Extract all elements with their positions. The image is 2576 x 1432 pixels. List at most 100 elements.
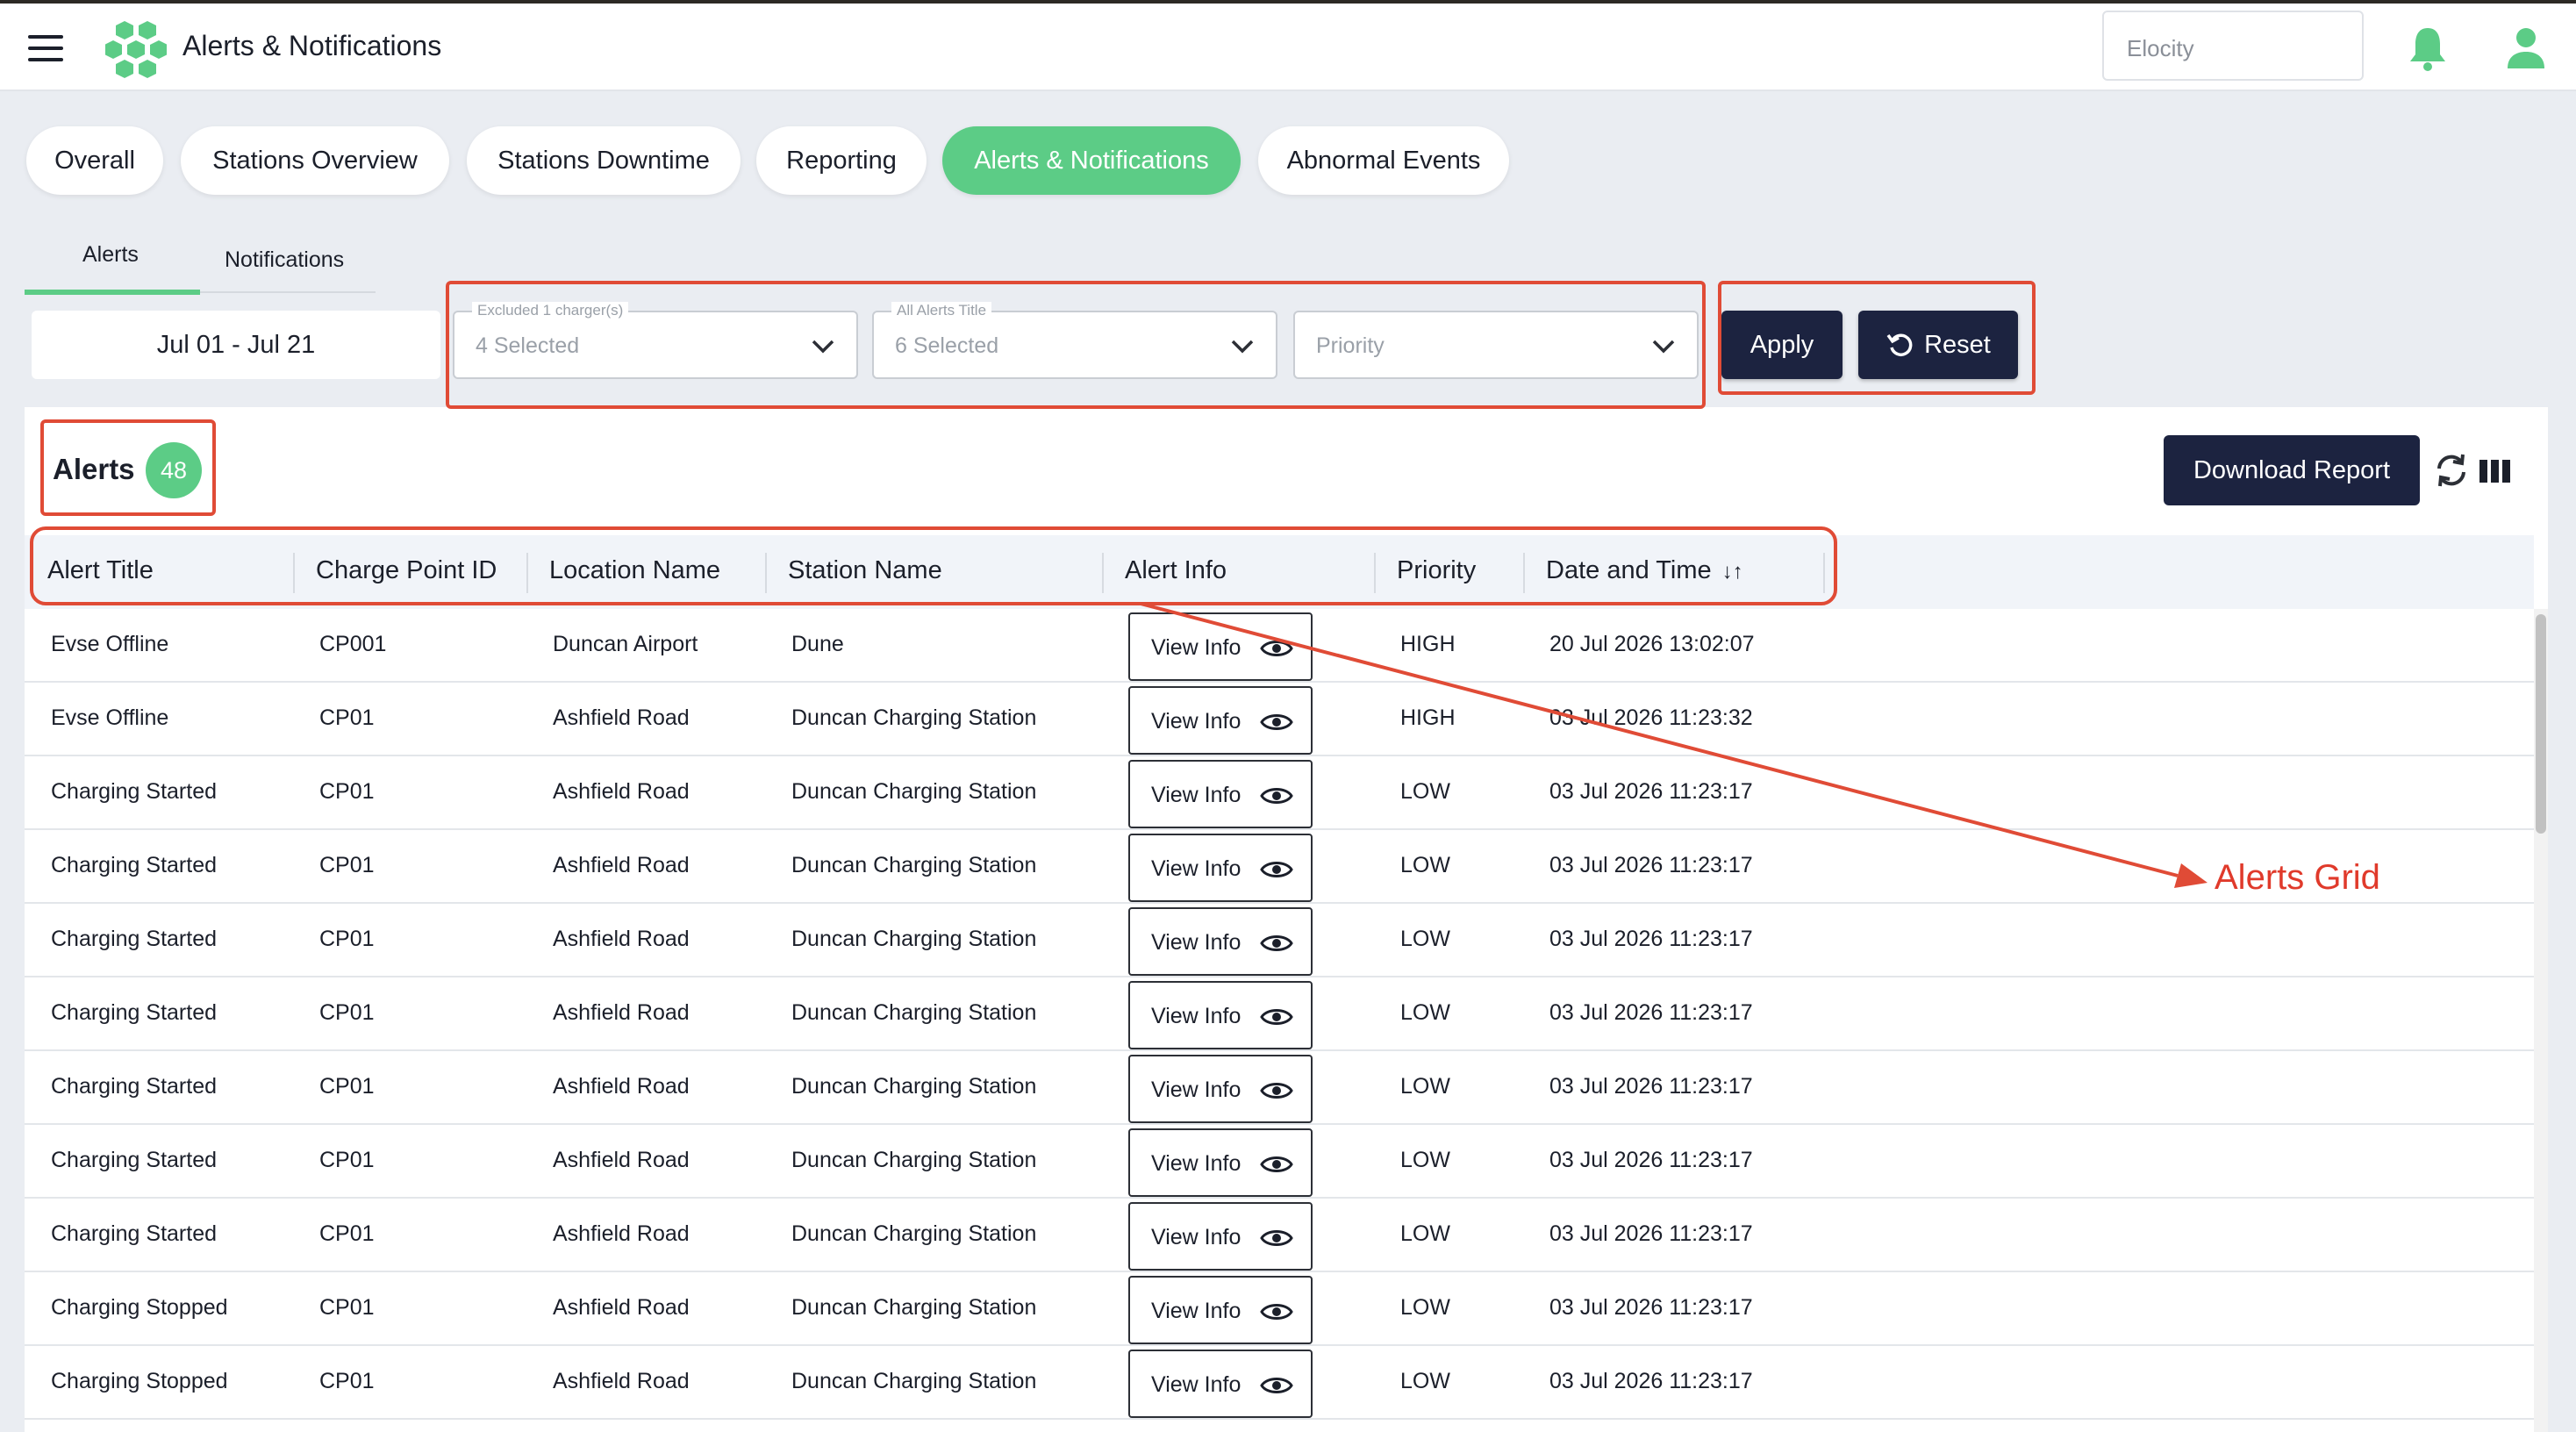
view-info-button[interactable]: View Info: [1128, 1128, 1313, 1197]
cell-date-time: 03 Jul 2026 11:23:17: [1549, 1369, 1753, 1393]
cell-alert-title: Charging Started: [51, 853, 218, 877]
cell-alert-title: Charging Started: [51, 927, 218, 951]
subtab-notifications[interactable]: Notifications: [225, 247, 344, 273]
table-row: Charging Started CP01 Ashfield Road Duncan …: [25, 1125, 2534, 1199]
hexagon-logo-icon: [105, 21, 167, 78]
tab-abnormal-events[interactable]: Abnormal Events: [1258, 126, 1509, 195]
view-info-button[interactable]: View Info: [1128, 612, 1313, 681]
refresh-icon[interactable]: [2434, 451, 2469, 490]
cell-date-time: 03 Jul 2026 11:23:17: [1549, 779, 1753, 804]
view-info-button[interactable]: View Info: [1128, 686, 1313, 755]
cell-alert-title: Charging Started: [51, 1221, 218, 1246]
cell-alert-title: Charging Stopped: [51, 1295, 228, 1320]
cell-alert-title: Charging Stopped: [51, 1369, 228, 1393]
table-row: Charging Started CP01 Ashfield Road Duncan …: [25, 830, 2534, 904]
cell-alert-title: Charging Started: [51, 1000, 218, 1025]
cell-alert-title: Evse Offline: [51, 705, 169, 730]
table-row: Charging Started CP01 Ashfield Road Duncan …: [25, 977, 2534, 1051]
cell-station-name: Duncan Charging Station: [791, 1369, 1037, 1393]
cell-location-name: Ashfield Road: [553, 1148, 690, 1172]
cell-station-name: Duncan Charging Station: [791, 853, 1037, 877]
view-info-label: View Info: [1151, 1299, 1241, 1323]
cell-charge-point-id: CP01: [319, 1148, 375, 1172]
organization-select[interactable]: Elocity: [2102, 11, 2364, 81]
cell-station-name: Duncan Charging Station: [791, 1000, 1037, 1025]
cell-priority: HIGH: [1400, 632, 1456, 656]
view-info-button[interactable]: View Info: [1128, 907, 1313, 976]
cell-date-time: 03 Jul 2026 11:23:17: [1549, 1148, 1753, 1172]
view-info-label: View Info: [1151, 1004, 1241, 1028]
user-icon[interactable]: [2506, 26, 2546, 70]
view-info-label: View Info: [1151, 1372, 1241, 1397]
eye-icon: [1260, 714, 1293, 730]
tab-stations-overview[interactable]: Stations Overview: [181, 126, 449, 195]
eye-icon: [1260, 1304, 1293, 1320]
tab-alerts-notifications[interactable]: Alerts & Notifications: [942, 126, 1241, 195]
columns-icon[interactable]: [2479, 456, 2511, 486]
cell-charge-point-id: CP001: [319, 632, 387, 656]
cell-station-name: Duncan Charging Station: [791, 705, 1037, 730]
cell-charge-point-id: CP01: [319, 1000, 375, 1025]
table-row: Evse Offline CP001 Duncan Airport Dune HIGH 2…: [25, 609, 2534, 683]
download-report-button[interactable]: Download Report: [2164, 435, 2420, 505]
view-info-label: View Info: [1151, 635, 1241, 660]
cell-location-name: Ashfield Road: [553, 853, 690, 877]
cell-station-name: Duncan Charging Station: [791, 1295, 1037, 1320]
cell-date-time: 03 Jul 2026 11:23:17: [1549, 853, 1753, 877]
cell-station-name: Duncan Charging Station: [791, 779, 1037, 804]
cell-date-time: 03 Jul 2026 11:23:32: [1549, 705, 1753, 730]
tab-reporting[interactable]: Reporting: [756, 126, 927, 195]
tab-overall[interactable]: Overall: [26, 126, 163, 195]
cell-date-time: 03 Jul 2026 11:23:17: [1549, 1221, 1753, 1246]
view-info-button[interactable]: View Info: [1128, 1350, 1313, 1418]
cell-date-time: 03 Jul 2026 11:23:17: [1549, 927, 1753, 951]
cell-charge-point-id: CP01: [319, 1369, 375, 1393]
cell-charge-point-id: CP01: [319, 1295, 375, 1320]
cell-location-name: Ashfield Road: [553, 1295, 690, 1320]
cell-location-name: Ashfield Road: [553, 779, 690, 804]
cell-station-name: Duncan Charging Station: [791, 927, 1037, 951]
annotation-alerts-count-box: [40, 419, 216, 516]
view-info-button[interactable]: View Info: [1128, 1276, 1313, 1344]
view-info-label: View Info: [1151, 930, 1241, 955]
table-row: Charging Stopped CP01 Ashfield Road Duncan …: [25, 1272, 2534, 1346]
table-row: Charging Started CP01 Ashfield Road Duncan …: [25, 904, 2534, 977]
cell-priority: LOW: [1400, 1369, 1450, 1393]
app-bar: Alerts & Notifications Elocity: [0, 4, 2576, 91]
cell-location-name: Ashfield Road: [553, 705, 690, 730]
view-info-label: View Info: [1151, 709, 1241, 734]
menu-icon[interactable]: [28, 35, 63, 61]
eye-icon: [1260, 1230, 1293, 1246]
cell-priority: LOW: [1400, 853, 1450, 877]
cell-priority: LOW: [1400, 1221, 1450, 1246]
cell-priority: LOW: [1400, 779, 1450, 804]
cell-station-name: Dune: [791, 632, 844, 656]
cell-priority: LOW: [1400, 1000, 1450, 1025]
organization-select-value: Elocity: [2127, 35, 2194, 61]
eye-icon: [1260, 788, 1293, 804]
subtab-alerts[interactable]: Alerts: [82, 242, 139, 268]
cell-alert-title: Evse Offline: [51, 632, 169, 656]
date-range-picker[interactable]: Jul 01 - Jul 21: [32, 311, 440, 379]
cell-location-name: Ashfield Road: [553, 1221, 690, 1246]
view-info-button[interactable]: View Info: [1128, 834, 1313, 902]
view-info-button[interactable]: View Info: [1128, 760, 1313, 828]
view-info-button[interactable]: View Info: [1128, 981, 1313, 1049]
view-info-button[interactable]: View Info: [1128, 1202, 1313, 1271]
eye-icon: [1260, 1009, 1293, 1025]
cell-location-name: Duncan Airport: [553, 632, 698, 656]
tab-stations-downtime[interactable]: Stations Downtime: [467, 126, 741, 195]
cell-charge-point-id: CP01: [319, 779, 375, 804]
view-info-button[interactable]: View Info: [1128, 1055, 1313, 1123]
eye-icon: [1260, 1083, 1293, 1099]
app-title: Alerts & Notifications: [182, 30, 442, 61]
table-row: Charging Started CP01 Ashfield Road Duncan …: [25, 1199, 2534, 1272]
grid-scrollbar-thumb[interactable]: [2536, 614, 2546, 834]
cell-priority: HIGH: [1400, 705, 1456, 730]
cell-date-time: 20 Jul 2026 13:02:07: [1549, 632, 1755, 656]
cell-priority: LOW: [1400, 1148, 1450, 1172]
view-info-label: View Info: [1151, 1225, 1241, 1249]
cell-alert-title: Charging Started: [51, 1148, 218, 1172]
bell-icon[interactable]: [2408, 25, 2448, 72]
subtab-active-indicator: [25, 290, 200, 295]
